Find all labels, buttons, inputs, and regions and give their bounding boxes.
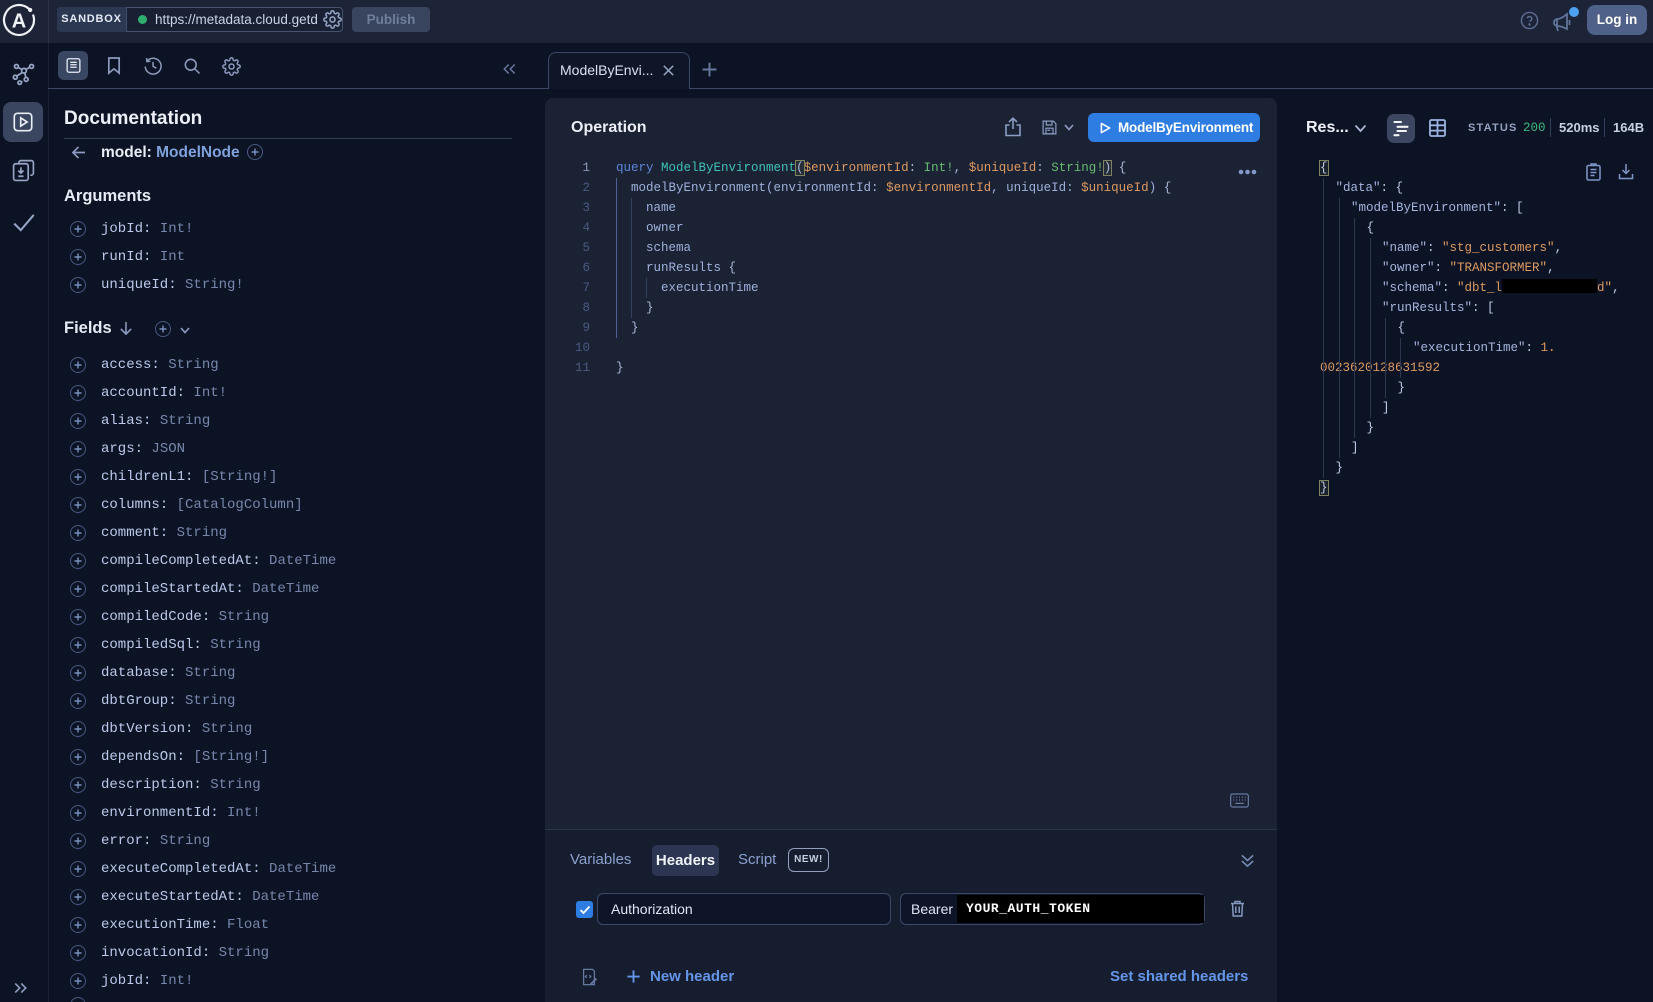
svg-text:A: A: [12, 11, 26, 33]
